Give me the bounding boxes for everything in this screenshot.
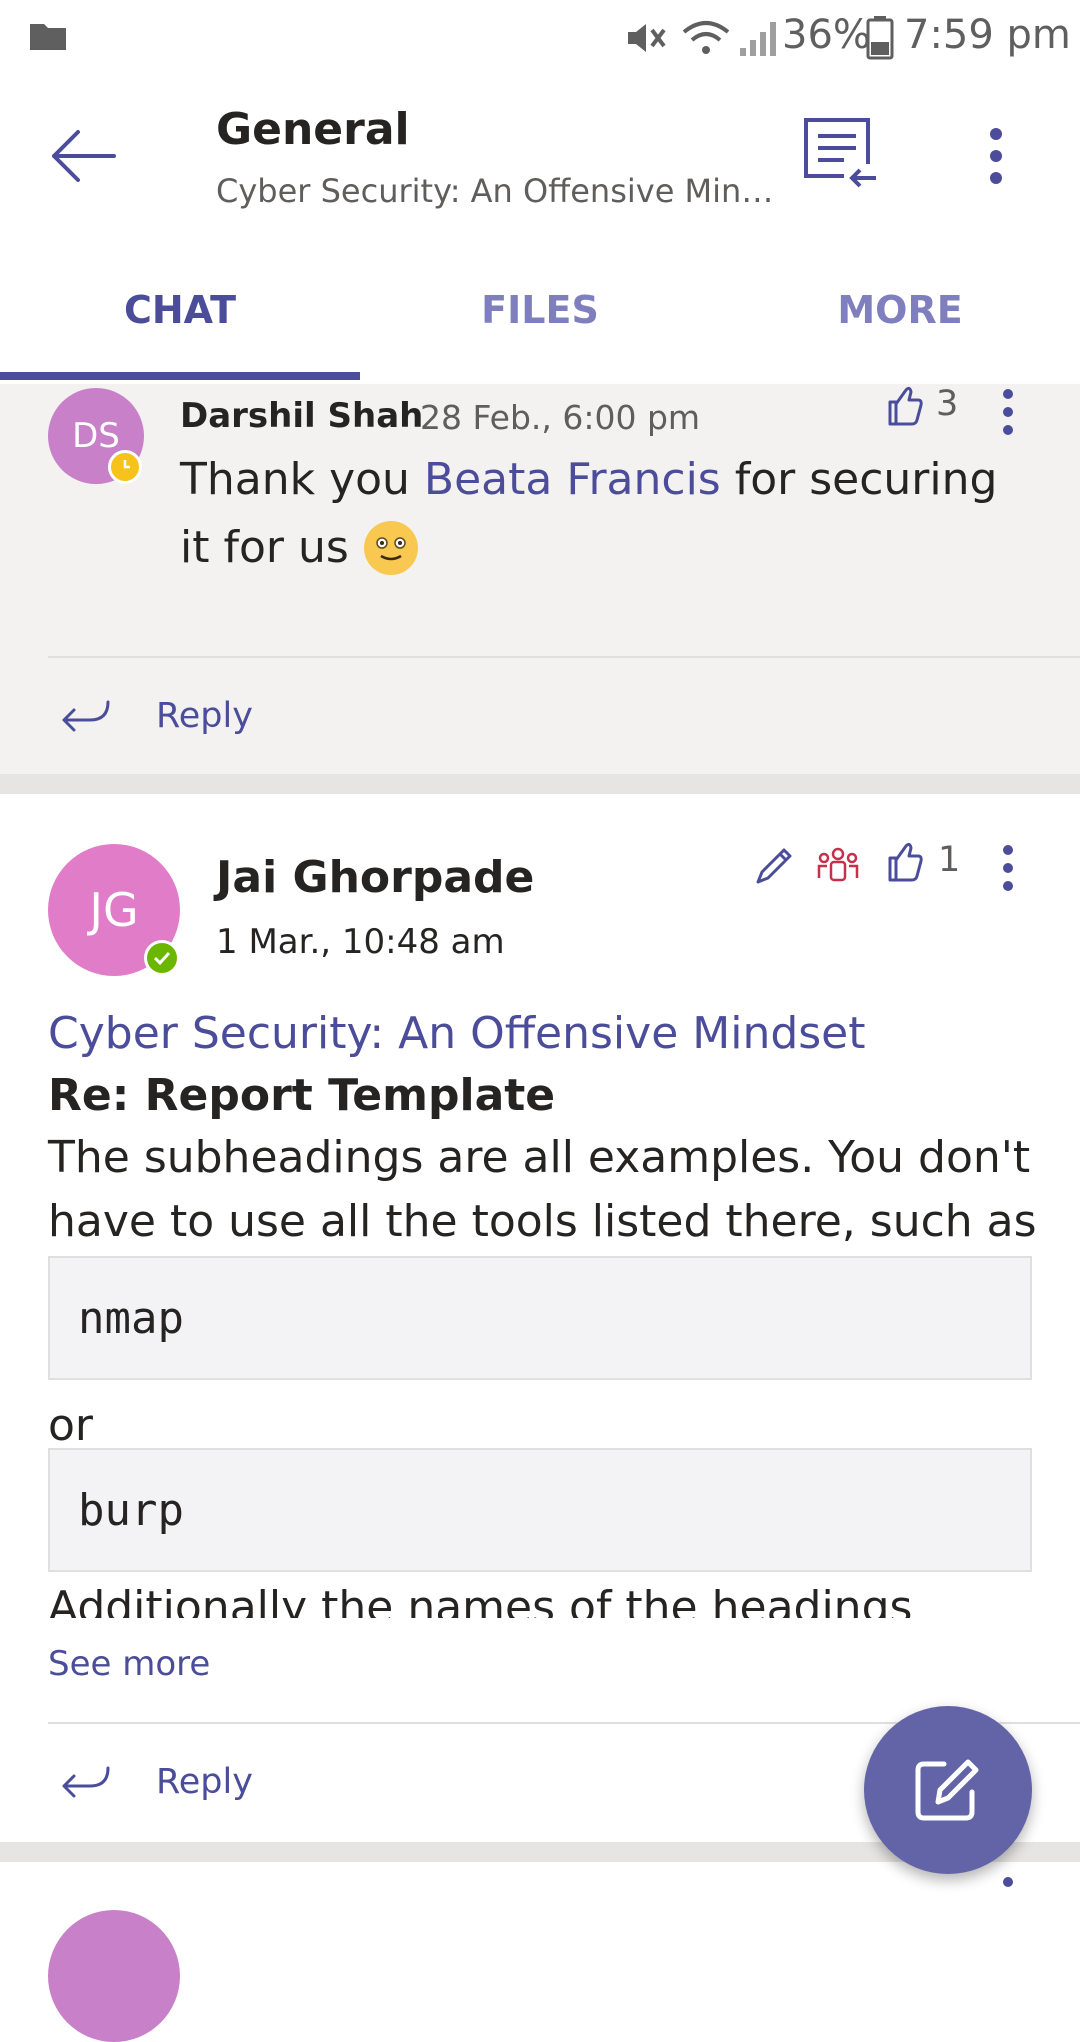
active-tab-indicator [0, 372, 360, 380]
team-members-icon[interactable] [816, 844, 860, 888]
reply-button[interactable]: Reply [156, 696, 253, 736]
message-author[interactable]: Jai Ghorpade [216, 852, 534, 903]
card-separator [0, 774, 1080, 794]
clock-icon [123, 460, 130, 469]
channel-link[interactable]: Cyber Security: An Offensive Mindset [48, 1008, 866, 1059]
message-card: DS Darshil Shah 28 Feb., 6:00 pm 3 Thank… [0, 384, 1080, 774]
available-status-badge [144, 940, 180, 976]
folder-icon [30, 24, 66, 50]
wifi-icon [682, 21, 730, 54]
new-conversation-button[interactable] [864, 1706, 1032, 1874]
like-icon[interactable] [884, 840, 924, 884]
message-more-icon[interactable] [996, 1872, 1020, 1892]
message-timestamp: 1 Mar., 10:48 am [216, 922, 505, 962]
back-arrow-icon[interactable] [48, 126, 118, 186]
status-bar: 36% 7:59 pm [0, 0, 1080, 76]
team-subtitle: Cyber Security: An Offensive Min… [216, 172, 774, 210]
reply-arrow-icon[interactable] [58, 1762, 112, 1802]
code-block: burp [48, 1448, 1032, 1572]
app-header: General Cyber Security: An Offensive Min… [0, 76, 1080, 246]
clock: 7:59 pm [904, 12, 1071, 58]
message-timestamp: 28 Feb., 6:00 pm [420, 398, 701, 437]
channel-title: General [216, 104, 410, 155]
see-more-link[interactable]: See more [48, 1644, 210, 1684]
more-options-icon[interactable] [984, 124, 1008, 188]
battery-percent: 36% [782, 12, 871, 58]
signal-icon [740, 22, 776, 56]
smile-emoji-icon [363, 521, 418, 575]
like-icon[interactable] [884, 384, 924, 428]
truncated-text: Additionally the names of the headings [48, 1588, 913, 1618]
avatar[interactable] [48, 1910, 180, 2042]
tab-more[interactable]: MORE [720, 288, 1080, 332]
message-more-icon[interactable] [996, 388, 1020, 438]
battery-icon [866, 16, 894, 60]
message-card: JG Jai Ghorpade 1 Mar., 10:48 am 1 Cyber… [0, 794, 1080, 1842]
message-author[interactable]: Darshil Shah [180, 396, 423, 436]
mute-icon [628, 24, 666, 52]
message-body: The subheadings are all examples. You do… [48, 1132, 1037, 1247]
like-count: 3 [936, 384, 959, 424]
edit-pencil-icon[interactable] [752, 844, 796, 888]
tab-files[interactable]: FILES [360, 288, 720, 332]
compose-icon [915, 1759, 979, 1821]
tab-bar: CHAT FILES MORE [0, 246, 1080, 384]
check-icon [153, 951, 171, 966]
divider [48, 656, 1080, 658]
message-subject: Re: Report Template [48, 1070, 556, 1121]
tab-chat[interactable]: CHAT [0, 288, 360, 332]
reply-button[interactable]: Reply [156, 1762, 253, 1802]
like-count: 1 [938, 840, 961, 880]
conversation-list-icon[interactable] [800, 116, 880, 192]
message-card-partial [0, 1862, 1080, 2042]
code-block: nmap [48, 1256, 1032, 1380]
mention-link[interactable]: Beata Francis [424, 454, 721, 505]
message-body: Thank you Beata Francis for securing it … [180, 446, 1040, 582]
message-more-icon[interactable] [996, 844, 1020, 894]
away-status-badge [108, 450, 142, 484]
reply-arrow-icon[interactable] [58, 696, 112, 736]
